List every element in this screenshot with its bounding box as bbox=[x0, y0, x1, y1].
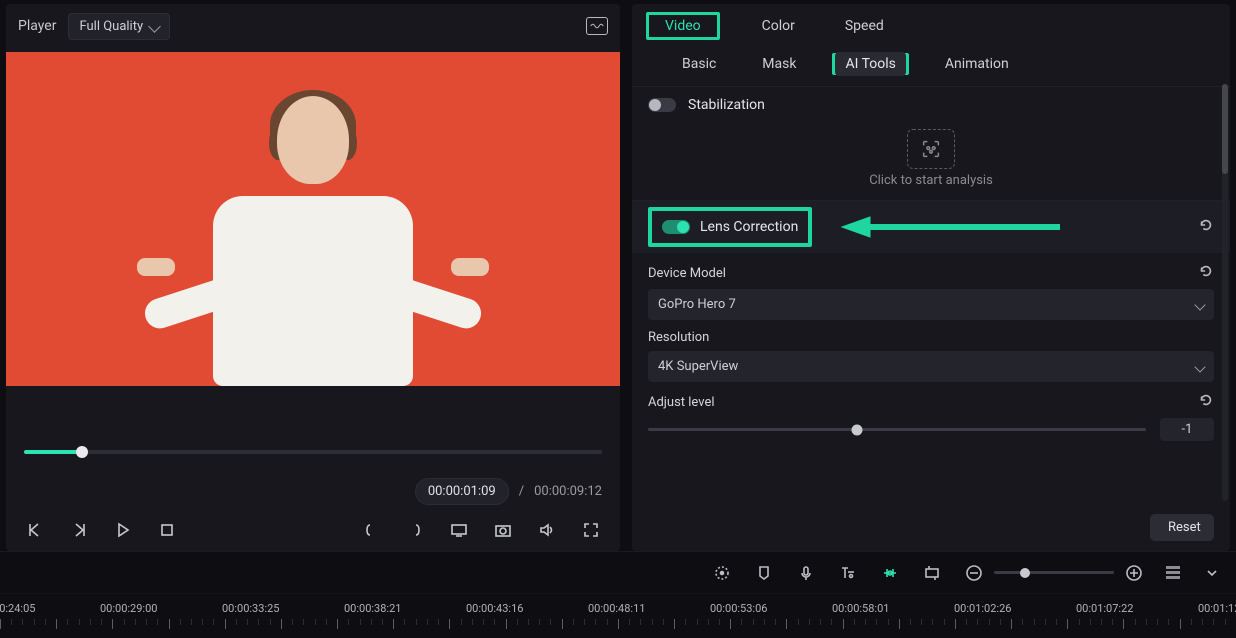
annotation-highlight: Lens Correction bbox=[648, 207, 812, 247]
reset-level-icon[interactable] bbox=[1198, 392, 1214, 412]
adjust-level-slider[interactable] bbox=[648, 428, 1146, 431]
ruler-tick: 00:00:24:05 bbox=[0, 602, 35, 615]
play-button[interactable] bbox=[112, 519, 134, 541]
sub-tab-row: Basic Mask AI Tools Animation bbox=[632, 46, 1230, 86]
annotation-highlight: AI Tools bbox=[832, 53, 908, 75]
adjust-level-label: Adjust level bbox=[648, 395, 715, 410]
tab-video[interactable]: Video bbox=[657, 14, 709, 38]
resolution-label: Resolution bbox=[648, 330, 709, 345]
tab-color[interactable]: Color bbox=[754, 14, 803, 38]
reset-device-icon[interactable] bbox=[1198, 263, 1214, 283]
track-layout-button[interactable] bbox=[1166, 566, 1180, 579]
device-model-label: Device Model bbox=[648, 266, 726, 281]
track-layout-chevron[interactable] bbox=[1202, 563, 1222, 583]
stabilization-toggle[interactable] bbox=[648, 98, 676, 112]
video-frame bbox=[6, 52, 620, 386]
marker-icon[interactable] bbox=[754, 563, 774, 583]
voiceover-icon[interactable] bbox=[796, 563, 816, 583]
slider-handle[interactable] bbox=[852, 424, 863, 435]
zoom-control bbox=[964, 563, 1144, 583]
audio-mixer-icon[interactable] bbox=[838, 563, 858, 583]
waveform-icon[interactable] bbox=[586, 17, 608, 35]
prev-frame-button[interactable] bbox=[24, 519, 46, 541]
mark-out-button[interactable] bbox=[404, 519, 426, 541]
zoom-handle[interactable] bbox=[1020, 568, 1030, 578]
player-title: Player bbox=[18, 18, 56, 34]
tab-speed[interactable]: Speed bbox=[837, 14, 892, 38]
chevron-down-icon bbox=[1194, 299, 1205, 310]
stop-button[interactable] bbox=[156, 519, 178, 541]
zoom-in-button[interactable] bbox=[1124, 563, 1144, 583]
player-header: Player Full Quality bbox=[6, 4, 620, 48]
video-subject bbox=[133, 86, 493, 386]
tab-basic[interactable]: Basic bbox=[672, 52, 726, 76]
mark-in-button[interactable] bbox=[360, 519, 382, 541]
start-analysis-button[interactable] bbox=[907, 129, 955, 169]
tab-mask[interactable]: Mask bbox=[752, 52, 806, 76]
adjust-level-value[interactable]: -1 bbox=[1160, 418, 1214, 441]
timeline-toolbar bbox=[0, 551, 1236, 593]
ruler-tick: 00:01:07:22 bbox=[1076, 602, 1133, 615]
zoom-slider[interactable] bbox=[994, 571, 1114, 574]
chevron-down-icon bbox=[1194, 361, 1205, 372]
panel-scrollbar[interactable] bbox=[1222, 84, 1228, 501]
reset-button[interactable]: Reset bbox=[1150, 514, 1214, 541]
total-time: 00:00:09:12 bbox=[534, 484, 602, 499]
lens-correction-row: Lens Correction bbox=[632, 201, 1230, 253]
tab-ai-tools[interactable]: AI Tools bbox=[835, 52, 905, 76]
video-preview[interactable] bbox=[6, 48, 620, 422]
player-controls: 00:00:01:09 / 00:00:09:12 bbox=[6, 422, 620, 551]
current-time[interactable]: 00:00:01:09 bbox=[415, 478, 509, 505]
auto-ripple-icon[interactable] bbox=[880, 563, 900, 583]
ruler-tick: 00:00:58:01 bbox=[832, 602, 889, 615]
stabilization-row: Stabilization bbox=[632, 87, 1230, 123]
progress-handle[interactable] bbox=[76, 446, 88, 458]
device-model-value: GoPro Hero 7 bbox=[658, 297, 736, 312]
resolution-value: 4K SuperView bbox=[658, 359, 738, 374]
ruler-tick: 00:00:53:06 bbox=[710, 602, 767, 615]
top-tab-row: Video Color Speed bbox=[632, 4, 1230, 46]
reset-lens-icon[interactable] bbox=[1198, 217, 1214, 237]
volume-button[interactable] bbox=[536, 519, 558, 541]
fullscreen-button[interactable] bbox=[580, 519, 602, 541]
resolution-select[interactable]: 4K SuperView bbox=[648, 351, 1214, 382]
time-separator: / bbox=[519, 484, 524, 499]
scrollbar-thumb[interactable] bbox=[1222, 84, 1228, 174]
ruler-tick: 00:00:43:16 bbox=[466, 602, 523, 615]
snapshot-button[interactable] bbox=[492, 519, 514, 541]
annotation-arrow bbox=[840, 214, 1060, 240]
properties-panel: Video Color Speed Basic Mask AI Tools An… bbox=[632, 4, 1230, 551]
ruler-tick: 00:01:02:26 bbox=[954, 602, 1011, 615]
crop-icon[interactable] bbox=[922, 563, 942, 583]
next-frame-button[interactable] bbox=[68, 519, 90, 541]
lens-correction-label: Lens Correction bbox=[700, 219, 798, 235]
player-panel: Player Full Quality bbox=[6, 4, 620, 551]
display-settings-button[interactable] bbox=[448, 519, 470, 541]
timeline-ruler[interactable]: 00:00:24:05 00:00:29:00 00:00:33:25 00:00:3… bbox=[0, 593, 1236, 633]
ruler-tick: 00:00:48:11 bbox=[588, 602, 645, 615]
lens-correction-toggle[interactable] bbox=[662, 220, 690, 234]
device-model-select[interactable]: GoPro Hero 7 bbox=[648, 289, 1214, 320]
chevron-down-icon bbox=[148, 20, 161, 33]
annotation-highlight: Video bbox=[646, 12, 720, 40]
ruler-tick: 00:00:33:25 bbox=[222, 602, 279, 615]
tab-animation[interactable]: Animation bbox=[935, 52, 1019, 76]
render-preview-icon[interactable] bbox=[712, 563, 732, 583]
quality-value: Full Quality bbox=[79, 19, 143, 34]
ruler-tick: 00:00:29:00 bbox=[100, 602, 157, 615]
stabilization-label: Stabilization bbox=[688, 97, 765, 113]
quality-dropdown[interactable]: Full Quality bbox=[68, 13, 170, 40]
progress-slider[interactable] bbox=[24, 450, 602, 454]
ruler-tick: 00:00:38:21 bbox=[344, 602, 401, 615]
ruler-tick: 00:01:12:17 bbox=[1198, 602, 1236, 615]
analysis-hint: Click to start analysis bbox=[632, 173, 1230, 188]
zoom-out-button[interactable] bbox=[964, 563, 984, 583]
